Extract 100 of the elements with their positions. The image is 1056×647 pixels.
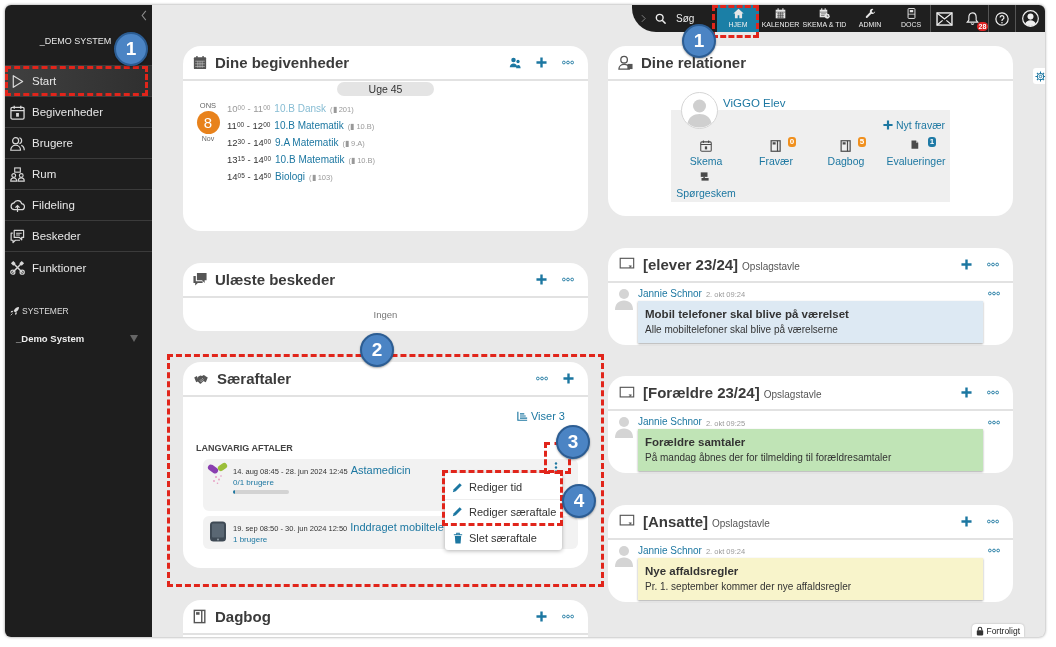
event-time: 13$^{15}$ - 14$^{00}$ — [227, 153, 272, 167]
widget-title: [Ansatte] — [643, 512, 708, 530]
search-button[interactable]: Søg — [655, 13, 695, 24]
users-link[interactable]: 0/1 brugere — [233, 476, 274, 489]
computer-icon — [700, 172, 712, 184]
more-icon[interactable] — [987, 518, 999, 524]
avatar-icon — [615, 287, 633, 310]
note-title: Nye affaldsregler — [645, 563, 740, 579]
more-icon[interactable] — [988, 291, 1000, 296]
date-badge: 8 — [196, 111, 220, 134]
rocket-icon — [10, 306, 20, 316]
menu-item[interactable]: Rediger tid — [445, 475, 560, 499]
kebab-menu-icon[interactable] — [554, 462, 558, 473]
note-text: På mandag åbnes der for tilmelding til forældresamtaler — [645, 451, 893, 464]
widget-title: Særaftaler — [217, 370, 292, 387]
widget-title: [elever 23/24] — [643, 255, 739, 273]
help-icon[interactable] — [995, 11, 1009, 26]
author-link[interactable]: Jannie Schnor — [638, 543, 702, 558]
plus-icon[interactable] — [536, 273, 547, 285]
count-badge: 5 — [858, 137, 866, 147]
settings-button[interactable] — [1033, 68, 1045, 84]
nav-item[interactable]: Start — [5, 66, 152, 97]
author-link[interactable]: Jannie Schnor — [638, 286, 702, 301]
relation-link[interactable]: Spørgeskem — [671, 170, 741, 202]
menu-item[interactable]: Slet særaftale — [445, 526, 562, 550]
mail-icon[interactable] — [935, 11, 953, 26]
home-icon — [732, 8, 744, 19]
new-absence-link[interactable]: Nyt fravær — [883, 118, 945, 132]
event-time: 14$^{05}$ - 14$^{50}$ — [227, 170, 272, 184]
search-icon — [655, 13, 666, 24]
count-badge: 1 — [928, 137, 936, 147]
more-icon[interactable] — [988, 548, 1000, 553]
menu-item[interactable]: Rediger særaftale — [445, 499, 560, 523]
book-icon — [193, 608, 207, 624]
more-icon[interactable] — [562, 60, 574, 65]
step-marker: 1 — [682, 24, 716, 58]
board-icon — [618, 257, 635, 271]
agreement-link[interactable]: Astamedicin — [350, 464, 411, 476]
relation-link[interactable]: 5 Dagbog — [811, 138, 881, 170]
more-icon[interactable] — [987, 261, 999, 267]
plus-icon[interactable] — [883, 120, 893, 130]
step-marker: 3 — [556, 425, 590, 459]
system-name: _DEMO SYSTEM — [39, 35, 112, 48]
event-link[interactable]: Biologi — [275, 168, 306, 185]
bell-icon[interactable] — [966, 11, 979, 26]
gear-icon — [1035, 70, 1045, 82]
lock-icon — [976, 626, 985, 636]
section-heading: SYSTEMER — [22, 306, 69, 316]
note-text: Pr. 1. september kommer der nye affaldsregler — [645, 579, 853, 593]
avatar-icon — [615, 416, 633, 438]
users-icon[interactable] — [509, 56, 521, 69]
chat-icon — [193, 272, 207, 286]
nav-item[interactable]: Brugere — [5, 128, 152, 159]
nav-item[interactable]: Rum — [5, 159, 152, 190]
plus-icon[interactable] — [536, 57, 547, 68]
week-label: Uge 45 — [337, 82, 434, 96]
note-text: Alle mobiltelefoner skal blive på værelserne — [645, 322, 839, 336]
more-icon[interactable] — [562, 276, 574, 282]
plus-icon[interactable] — [961, 258, 972, 270]
event-link[interactable]: 10.B Matematik — [274, 117, 344, 134]
cloud-upload-icon — [10, 197, 25, 213]
expand-icon[interactable] — [641, 14, 646, 23]
plus-icon[interactable] — [961, 387, 972, 398]
event-link[interactable]: 10.B Matematik — [275, 151, 345, 168]
widget-title: [Forældre 23/24] — [643, 384, 760, 401]
trash-icon — [452, 532, 463, 544]
system-select[interactable]: _Demo System — [5, 331, 152, 345]
confidential-text: Fortroligt — [986, 626, 1020, 636]
widget-subtitle: Opslagstavle — [712, 517, 770, 529]
avatar-icon — [615, 544, 633, 567]
relation-link[interactable]: Skema — [671, 138, 741, 170]
event-time: 11$^{00}$ - 12$^{00}$ — [227, 119, 271, 133]
more-icon[interactable] — [536, 376, 548, 381]
person-link[interactable]: ViGGO Elev — [723, 96, 786, 111]
more-icon[interactable] — [562, 613, 574, 619]
nav-item[interactable]: Beskeder — [5, 221, 152, 252]
caret-down-icon — [130, 334, 138, 342]
more-icon[interactable] — [988, 419, 1000, 425]
more-icon[interactable] — [987, 390, 999, 395]
plus-icon[interactable] — [563, 373, 574, 384]
users-link[interactable]: 1 brugere — [233, 533, 268, 546]
note-title: Forældre samtaler — [645, 435, 747, 450]
step-marker: 2 — [360, 333, 394, 367]
event-link[interactable]: 9.A Matematik — [275, 134, 339, 151]
note-title: Mobil telefoner skal blive på værelset — [645, 306, 850, 322]
filter-link[interactable]: Viser 3 — [516, 409, 565, 423]
widget-title: Ulæste beskeder — [215, 270, 336, 288]
plus-icon[interactable] — [536, 610, 547, 622]
collapse-icon[interactable] — [141, 10, 147, 21]
nav-item[interactable]: Funktioner — [5, 252, 152, 283]
relation-link[interactable]: 0 Fravær — [741, 138, 811, 170]
plus-icon[interactable] — [961, 515, 972, 527]
phone-icon — [209, 521, 227, 542]
nav-item[interactable]: Begivenheder — [5, 97, 152, 128]
relation-link[interactable]: 1 Evalueringer — [881, 138, 951, 170]
calendar-icon — [10, 104, 25, 120]
nav-item[interactable]: Fildeling — [5, 190, 152, 221]
agreement-link[interactable]: Inddraget mobiltele — [350, 521, 444, 533]
author-link[interactable]: Jannie Schnor — [638, 415, 702, 429]
user-avatar-icon[interactable] — [1022, 10, 1039, 27]
